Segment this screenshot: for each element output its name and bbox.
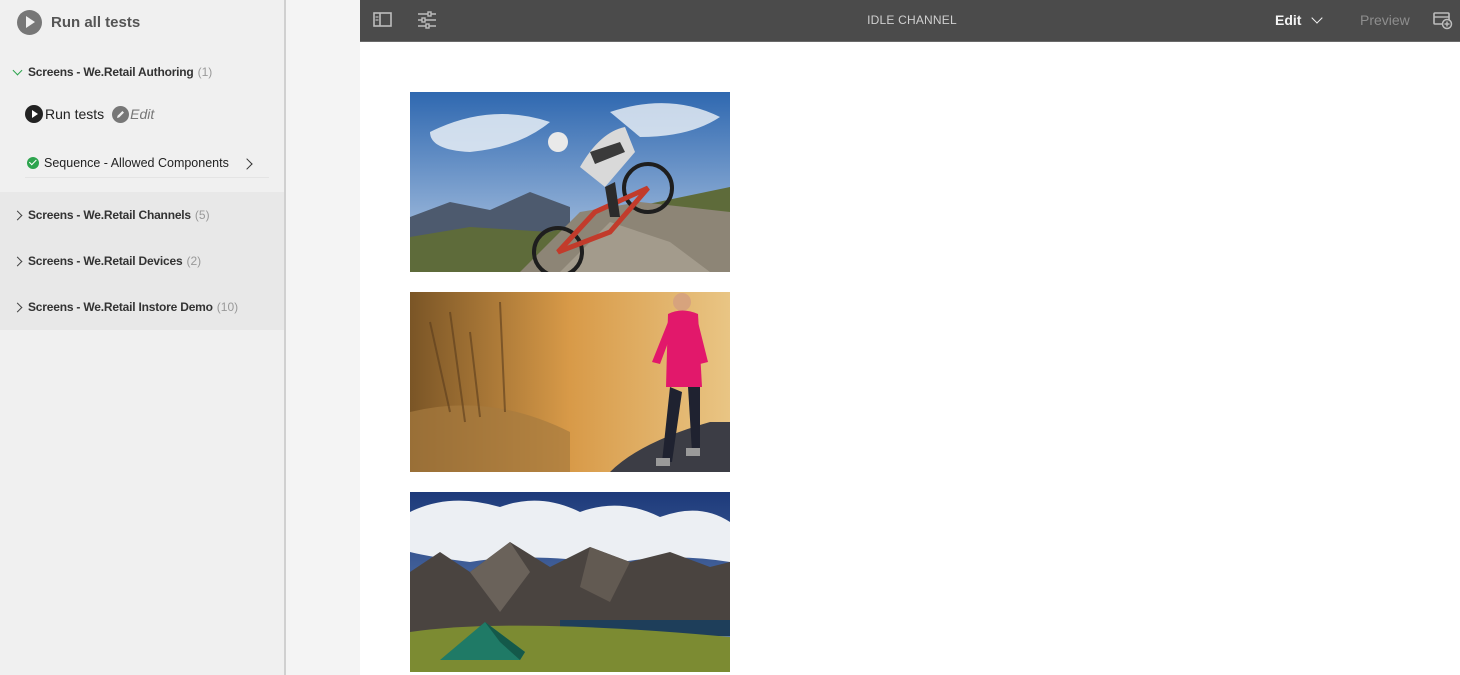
- test-group-header[interactable]: Screens - We.Retail Channels (5): [0, 204, 284, 226]
- run-all-tests-label: Run all tests: [51, 13, 141, 31]
- test-group-channels: Screens - We.Retail Channels (5): [0, 204, 284, 226]
- test-group-header[interactable]: Screens - We.Retail Devices (2): [0, 250, 284, 272]
- test-group-header[interactable]: Screens - We.Retail Instore Demo (10): [0, 296, 284, 318]
- chevron-down-icon: [1311, 11, 1324, 24]
- test-group-title: Screens - We.Retail Channels: [28, 208, 191, 222]
- test-group-title: Screens - We.Retail Authoring: [28, 65, 194, 79]
- preview-button[interactable]: Preview: [1360, 10, 1410, 30]
- panel-gutter: [286, 0, 360, 675]
- test-group-count: (5): [194, 208, 210, 222]
- chevron-right-icon: [10, 210, 24, 220]
- play-icon: [17, 9, 42, 35]
- run-tests-button[interactable]: Run tests: [25, 105, 104, 123]
- test-group-title: Screens - We.Retail Instore Demo: [28, 300, 213, 314]
- group-actions: Run tests Edit: [25, 103, 154, 125]
- chevron-right-icon: [241, 158, 253, 170]
- emulator-icon[interactable]: [1432, 10, 1454, 30]
- test-item[interactable]: Sequence - Allowed Components: [25, 148, 269, 178]
- test-group-devices: Screens - We.Retail Devices (2): [0, 250, 284, 272]
- toggle-side-panel-icon[interactable]: [372, 10, 394, 30]
- image-woman-jogging[interactable]: [410, 292, 730, 472]
- mode-label: Edit: [1275, 12, 1302, 28]
- chevron-right-icon: [10, 256, 24, 266]
- edit-tests-label: Edit: [130, 106, 155, 122]
- channel-content: [360, 43, 1460, 675]
- test-group-authoring: Screens - We.Retail Authoring (1): [0, 61, 284, 83]
- test-group-title: Screens - We.Retail Devices: [28, 254, 183, 268]
- test-group-instore-demo: Screens - We.Retail Instore Demo (10): [0, 296, 284, 318]
- page-properties-icon[interactable]: [416, 10, 438, 30]
- mode-selector[interactable]: Edit: [1275, 10, 1324, 30]
- pencil-icon: [112, 105, 130, 123]
- run-tests-label: Run tests: [45, 106, 105, 122]
- editor-toolbar: IDLE CHANNEL Edit Preview: [360, 0, 1460, 42]
- test-name: Sequence - Allowed Components: [44, 155, 229, 170]
- passed-check-icon: [27, 156, 39, 169]
- test-group-count: (10): [216, 300, 239, 314]
- run-all-tests-button[interactable]: Run all tests: [17, 9, 140, 35]
- image-mountain-biker[interactable]: [410, 92, 730, 272]
- play-icon: [25, 105, 43, 123]
- edit-tests-button[interactable]: Edit: [112, 105, 155, 123]
- chevron-right-icon: [10, 302, 24, 312]
- test-group-count: (2): [186, 254, 202, 268]
- test-group-count: (1): [197, 65, 213, 79]
- image-tent-mountains[interactable]: [410, 492, 730, 672]
- chevron-down-icon: [10, 65, 24, 75]
- test-panel: Run all tests Screens - We.Retail Author…: [0, 0, 284, 675]
- test-group-header[interactable]: Screens - We.Retail Authoring (1): [0, 61, 284, 83]
